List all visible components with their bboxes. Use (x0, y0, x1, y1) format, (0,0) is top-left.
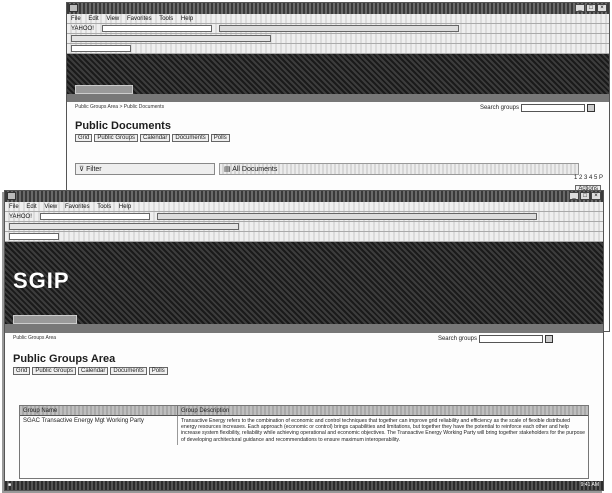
maximize-icon[interactable]: □ (580, 192, 590, 200)
documents-icon: ▤ (224, 166, 231, 173)
page-title: Public Groups Area (13, 353, 116, 365)
back-toolbar: YAHOO! (67, 24, 609, 34)
browser-icon (7, 192, 16, 200)
toolbar-search-input[interactable] (39, 212, 150, 220)
browser-tab[interactable] (71, 44, 131, 52)
search-label: Search groups (437, 336, 477, 342)
menu-item[interactable]: Favorites (65, 204, 90, 210)
column-header-group-name[interactable]: Group Name (20, 406, 178, 416)
section-tabs: Grid Public Groups Calendar Documents Po… (67, 132, 609, 144)
menu-item[interactable]: File (71, 16, 81, 22)
menu-item[interactable]: View (44, 204, 57, 210)
front-links-bar (5, 222, 603, 232)
menu-item[interactable]: Tools (159, 16, 173, 22)
tab-public-groups[interactable]: Public Groups (32, 367, 77, 375)
taskbar-clock: 9:41 AM (580, 482, 599, 488)
back-site-banner (67, 54, 609, 94)
front-tab-bar (5, 232, 603, 242)
tab-calendar[interactable]: Calendar (140, 134, 171, 142)
maximize-icon[interactable]: □ (586, 4, 596, 12)
front-site-banner: SGIP (5, 242, 603, 324)
search-icon[interactable] (545, 335, 553, 343)
search-groups: Search groups (480, 104, 595, 112)
page-title: Public Documents (75, 120, 171, 132)
close-icon[interactable]: × (591, 192, 601, 200)
front-browser-window: _ □ × File Edit View Favorites Tools Hel… (4, 190, 604, 491)
banner-nav-tab[interactable] (13, 315, 77, 324)
all-documents-label: All Documents (232, 166, 278, 173)
search-input[interactable] (479, 335, 543, 343)
front-menu-bar: File Edit View Favorites Tools Help (5, 202, 603, 212)
front-toolbar: YAHOO! (5, 212, 603, 222)
filter-panel[interactable]: ⊽ Filter (75, 163, 215, 175)
tab-grid[interactable]: Grid (13, 367, 31, 375)
tab-grid[interactable]: Grid (75, 134, 93, 142)
window-controls: _ □ × (575, 4, 607, 12)
toolbar-buttons[interactable] (157, 212, 538, 220)
back-links-bar (67, 34, 609, 44)
yahoo-brand: YAHOO! (71, 26, 94, 32)
menu-item[interactable]: Edit (88, 16, 98, 22)
browser-icon (69, 4, 78, 12)
menu-item[interactable]: View (106, 16, 119, 22)
search-label: Search groups (479, 105, 519, 111)
back-tab-bar (67, 44, 609, 54)
toolbar-buttons[interactable] (219, 24, 460, 32)
table-row[interactable]: SGAC Transactive Energy Mgt Working Part… (20, 416, 588, 445)
pager[interactable]: 1 2 3 4 5 P (574, 175, 603, 181)
taskbar: ■ 9:41 AM (5, 481, 603, 490)
filter-label: Filter (86, 166, 102, 173)
back-window-titlebar: _ □ × (67, 3, 609, 14)
section-tabs: Grid Public Groups Calendar Documents Po… (5, 365, 603, 377)
browser-tab[interactable] (9, 232, 59, 240)
group-name-cell[interactable]: SGAC Transactive Energy Mgt Working Part… (20, 416, 178, 445)
menu-item[interactable]: Help (181, 16, 193, 22)
tab-calendar[interactable]: Calendar (78, 367, 109, 375)
menu-item[interactable]: Help (119, 204, 131, 210)
search-input[interactable] (521, 104, 585, 112)
tab-polls[interactable]: Polls (210, 134, 230, 142)
minimize-icon[interactable]: _ (575, 4, 585, 12)
toolbar-search-input[interactable] (101, 24, 212, 32)
sgip-logo[interactable]: SGIP (13, 268, 70, 294)
menu-item[interactable]: Favorites (127, 16, 152, 22)
search-groups: Search groups (438, 335, 553, 343)
links-row[interactable] (9, 222, 239, 230)
tab-documents[interactable]: Documents (172, 134, 209, 142)
window-controls: _ □ × (569, 192, 601, 200)
back-banner-strip (67, 94, 609, 102)
groups-table: Group Name Group Description SGAC Transa… (19, 405, 589, 479)
menu-item[interactable]: Edit (26, 204, 36, 210)
tab-public-groups[interactable]: Public Groups (94, 134, 139, 142)
column-header-group-description[interactable]: Group Description (178, 406, 588, 416)
minimize-icon[interactable]: _ (569, 192, 579, 200)
banner-nav-tab[interactable] (75, 85, 133, 94)
close-icon[interactable]: × (597, 4, 607, 12)
menu-item[interactable]: File (9, 204, 19, 210)
yahoo-brand: YAHOO! (9, 214, 32, 220)
back-menu-bar: File Edit View Favorites Tools Help (67, 14, 609, 24)
tab-documents[interactable]: Documents (110, 367, 147, 375)
filter-icon: ⊽ (79, 166, 85, 173)
group-description-cell: Transactive Energy refers to the combina… (181, 418, 585, 443)
start-button[interactable]: ■ (8, 482, 11, 488)
search-icon[interactable] (587, 104, 595, 112)
front-window-titlebar: _ □ × (5, 191, 603, 202)
all-documents-header: ▤ All Documents (219, 163, 579, 175)
tab-polls[interactable]: Polls (148, 367, 168, 375)
menu-item[interactable]: Tools (97, 204, 111, 210)
table-header: Group Name Group Description (20, 406, 588, 416)
front-banner-strip (5, 324, 603, 333)
links-row[interactable] (71, 34, 271, 42)
